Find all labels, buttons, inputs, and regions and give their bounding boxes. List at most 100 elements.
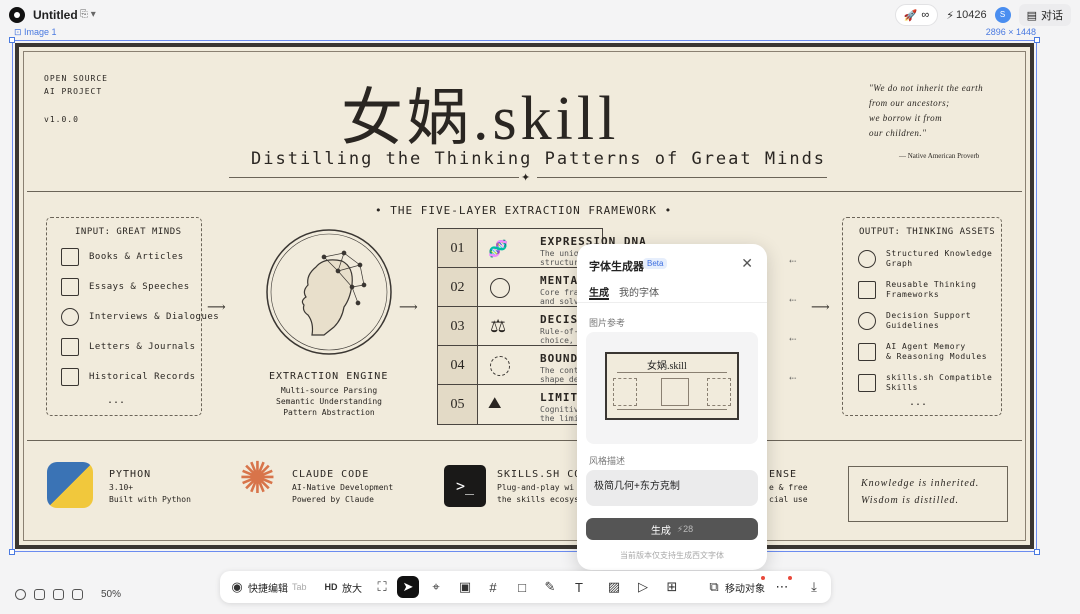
text-tool[interactable]: T: [572, 576, 586, 598]
move-object-icon: ⧉: [709, 579, 719, 594]
assets-icon[interactable]: [53, 589, 64, 600]
python-block: PYTHON 3.10+ Built with Python: [109, 469, 191, 506]
tab-divider: [577, 302, 767, 303]
resize-handle-br[interactable]: [1034, 549, 1040, 555]
tab-generate[interactable]: 生成: [589, 284, 609, 299]
marker-tool[interactable]: ⌖: [429, 576, 443, 598]
more-icon: ⋯: [775, 579, 789, 594]
layer-number: 04: [438, 346, 478, 384]
image-tool[interactable]: ▨: [607, 576, 621, 598]
quick-edit-label: 快捷编辑: [248, 583, 288, 595]
claude-starburst-icon: ✺: [239, 454, 276, 503]
share-pill[interactable]: 🚀 ∞: [894, 4, 939, 26]
crop-tool[interactable]: ⛶: [375, 576, 389, 598]
tab-my-fonts[interactable]: 我的字体: [619, 284, 659, 299]
download-button[interactable]: ⤓: [807, 576, 821, 598]
more-button[interactable]: ⋯: [775, 576, 789, 598]
thumbnail-rule: [617, 372, 727, 373]
poster-image[interactable]: OPEN SOURCE AI PROJECT v1.0.0 女娲.skill D…: [15, 43, 1034, 549]
chat-button[interactable]: ▤ 对话: [1018, 4, 1071, 26]
avatar[interactable]: S: [994, 7, 1011, 23]
hash-icon: #: [489, 579, 497, 595]
upscale-button[interactable]: HD 放大: [324, 576, 363, 598]
thumbnail-title: 女娲.skill: [647, 361, 687, 372]
generate-cost-value: 28: [683, 523, 694, 534]
input-ellipsis: ...: [107, 395, 126, 406]
active-tab-indicator: [589, 298, 609, 300]
style-description-label: 风格描述: [589, 456, 626, 466]
output-item-label: Decision Support Guidelines: [886, 311, 972, 330]
input-title: INPUT: GREAT MINDS: [75, 227, 182, 237]
credits-counter[interactable]: ⚡ 10426: [946, 9, 986, 22]
dna-icon: 🧬: [488, 241, 508, 258]
new-badge-dot: [788, 576, 792, 580]
input-item-label: Essays & Speeches: [89, 282, 190, 292]
image-icon: ▨: [607, 579, 621, 594]
document-menu-chevron-icon[interactable]: ⎘ ▾: [80, 9, 96, 20]
chat-icon: ▤: [1026, 9, 1037, 22]
close-icon[interactable]: ✕: [741, 255, 753, 272]
rectangle-tool[interactable]: □: [515, 576, 529, 598]
resize-handle-tr[interactable]: [1034, 37, 1040, 43]
output-item: Reusable Thinking Frameworks: [858, 280, 976, 300]
image-reference-label: 图片参考: [589, 318, 626, 328]
arrow-right-icon: ⟶: [207, 299, 226, 314]
pen-icon: ✎: [544, 579, 556, 594]
proverb-source: — Native American Proverb: [899, 152, 980, 160]
reference-thumbnail: 女娲.skill: [605, 352, 739, 420]
download-icon: ⤓: [811, 579, 817, 594]
generate-button[interactable]: 生成 ⚡28: [586, 518, 758, 540]
poster-title: 女娲.skill: [341, 85, 620, 153]
input-item-label: Historical Records: [89, 372, 196, 382]
hd-icon: HD: [324, 582, 338, 592]
motto-text: Knowledge is inherited. Wisdom is distil…: [861, 478, 980, 506]
layer-title: BOUND: [540, 352, 579, 365]
app-logo[interactable]: [9, 7, 25, 23]
license-title: ENSE: [769, 469, 798, 480]
python-lines: 3.10+ Built with Python: [109, 483, 191, 504]
output-item: AI Agent Memory & Reasoning Modules: [858, 342, 987, 362]
credits-value: 10426: [956, 9, 987, 21]
pen-tool[interactable]: ✎: [543, 576, 557, 598]
proverb-quote: "We do not inherit the earth from our an…: [869, 83, 984, 138]
book-icon: [61, 248, 79, 266]
selection-name-label: ⊡ Image 1: [14, 27, 57, 37]
input-item: Interviews & Dialogues: [61, 308, 219, 326]
upscale-label: 放大: [342, 583, 362, 595]
mountain-icon: ⛰: [488, 395, 502, 412]
subtitle-rule-left: [229, 177, 519, 178]
layers-icon[interactable]: [34, 589, 45, 600]
image-gen-tool[interactable]: ▣: [458, 576, 472, 598]
circle-icon[interactable]: [15, 589, 26, 600]
video-sparkle-icon: ▷: [638, 579, 648, 594]
resize-handle-bl[interactable]: [9, 549, 15, 555]
style-description-input[interactable]: 极简几何+东方克制: [586, 470, 758, 506]
chat-label: 对话: [1041, 10, 1063, 22]
document-title[interactable]: Untitled: [33, 8, 78, 22]
output-item-label: Reusable Thinking Frameworks: [886, 280, 977, 299]
generate-cost: ⚡28: [677, 524, 693, 535]
arrow-right-icon: ⟶: [399, 299, 418, 314]
image-sparkle-icon: ▣: [458, 579, 472, 594]
text-icon: T: [575, 579, 583, 595]
move-object-button[interactable]: ⧉ 移动对象: [707, 576, 765, 598]
framework-title: • THE FIVE-LAYER EXTRACTION FRAMEWORK •: [375, 204, 673, 217]
bolt-icon: ⚡: [946, 9, 954, 22]
add-asset-tool[interactable]: ⊞: [665, 576, 679, 598]
square-icon: □: [518, 579, 526, 595]
image-reference-box[interactable]: 女娲.skill: [586, 332, 758, 444]
engine-description: Multi-source Parsing Semantic Understand…: [276, 386, 382, 417]
frame-tool[interactable]: #: [486, 576, 500, 598]
skills-lines: Plug-and-play wi the skills ecosys: [497, 483, 579, 504]
layer-title: DECIS: [540, 313, 579, 326]
video-tool[interactable]: ▷: [636, 576, 650, 598]
input-item: Essays & Speeches: [61, 278, 190, 296]
journal-icon: [61, 338, 79, 356]
thumbnail-rule: [617, 409, 727, 410]
python-title: PYTHON: [109, 469, 152, 480]
zoom-level[interactable]: 50%: [101, 589, 121, 600]
book-icon[interactable]: [72, 589, 83, 600]
select-tool[interactable]: ➤: [397, 576, 419, 598]
cursor-icon: ➤: [402, 579, 414, 594]
quick-edit-button[interactable]: ◉ 快捷编辑 Tab: [230, 576, 306, 598]
